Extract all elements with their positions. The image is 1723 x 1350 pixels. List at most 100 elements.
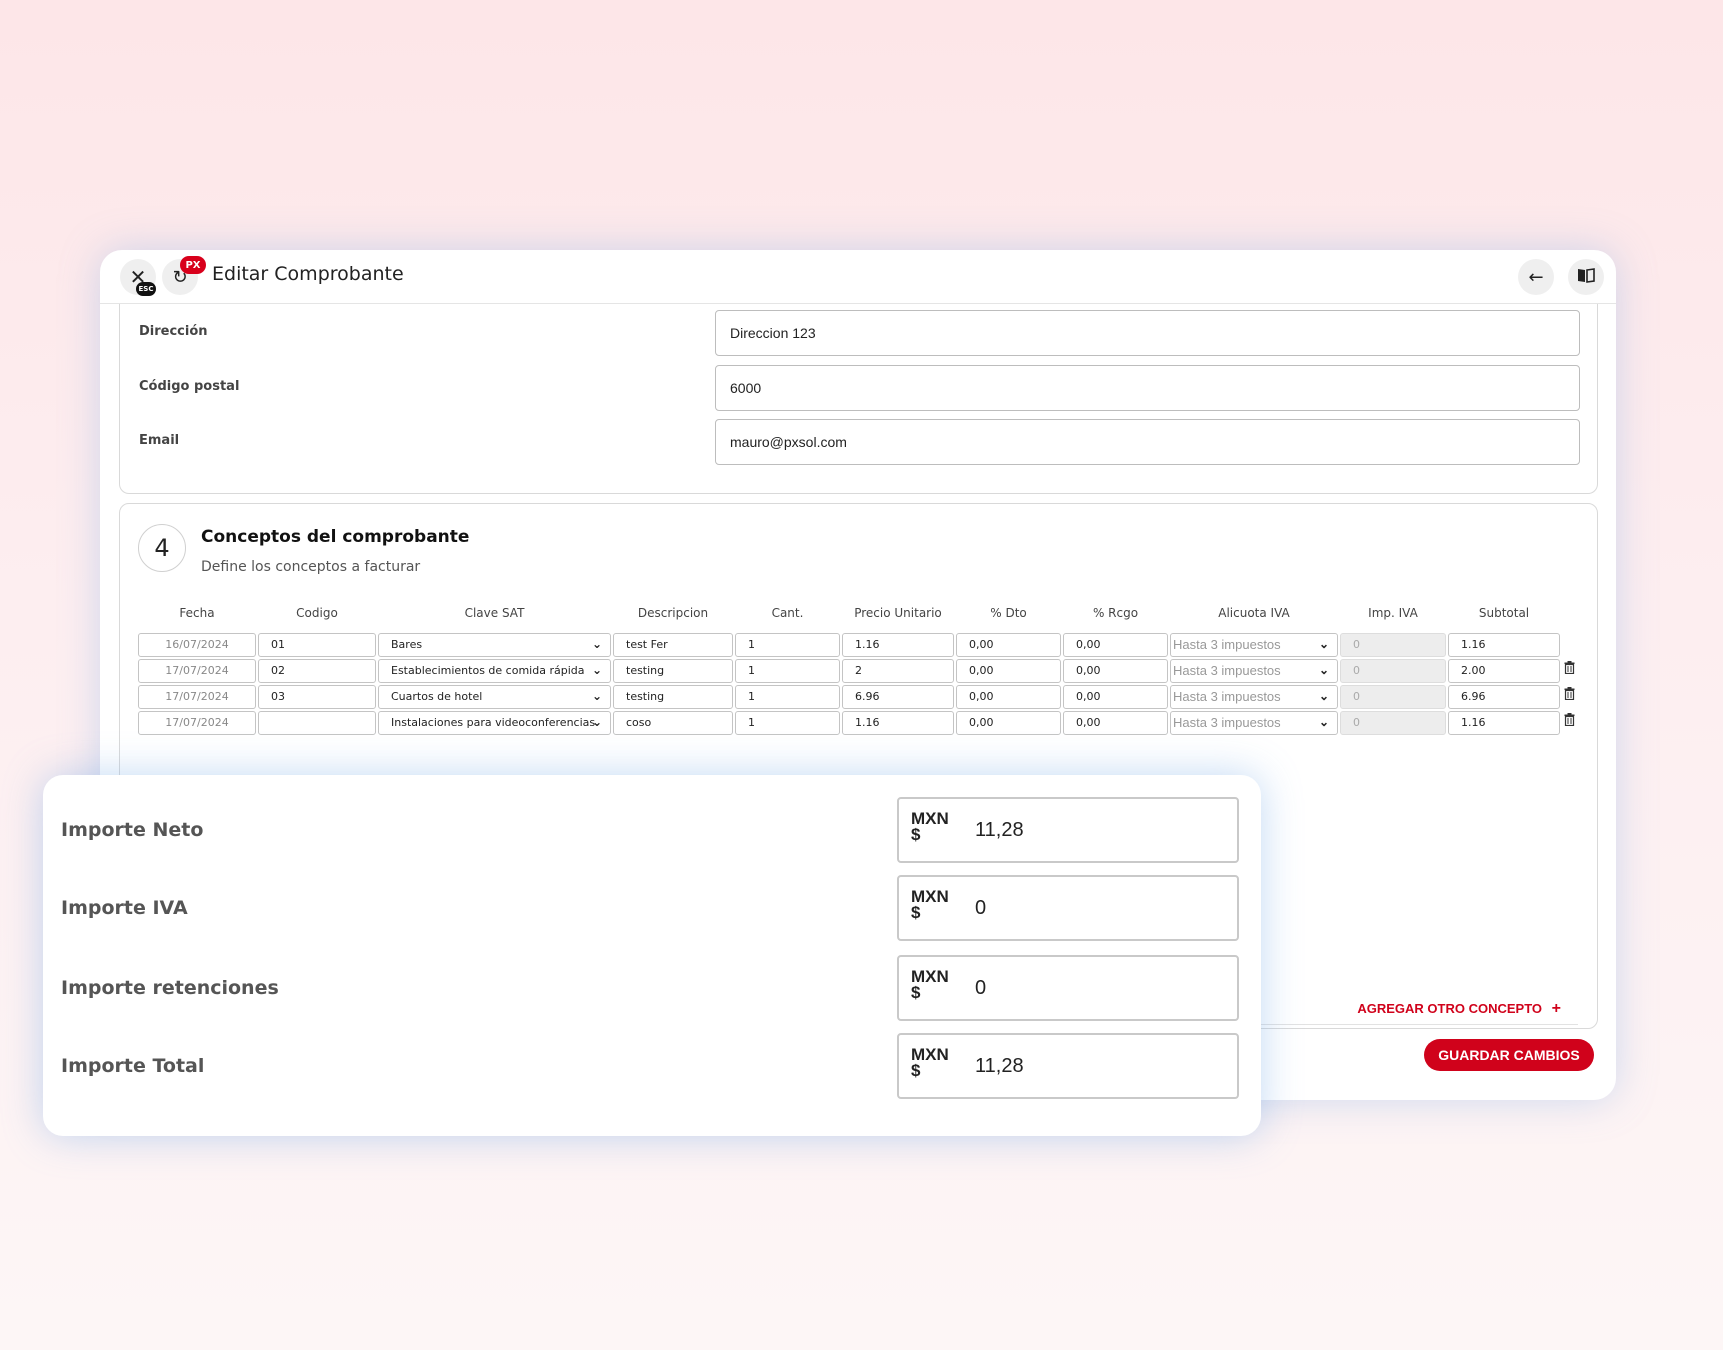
trash-icon[interactable] <box>1564 661 1575 678</box>
cell-value: 0 <box>1353 690 1360 703</box>
unit-price-input[interactable]: 1.16 <box>842 711 954 735</box>
chevron-down-icon: ⌄ <box>591 637 602 651</box>
clave-sat-select[interactable]: Instalaciones para videoconferencias ⌄ <box>378 711 611 735</box>
chevron-down-icon: ⌄ <box>1318 637 1329 651</box>
column-header: Fecha <box>179 606 215 620</box>
clave-sat-select[interactable]: Bares ⌄ <box>378 633 611 657</box>
importe-iva-field[interactable]: MXN $ 0 <box>897 875 1239 941</box>
alicuota-iva-select[interactable]: Hasta 3 impuestos ⌄ <box>1170 659 1338 683</box>
cell-value: 01 <box>271 638 285 651</box>
cell-value: 0,00 <box>1076 690 1101 703</box>
column-header: Descripcion <box>637 606 709 620</box>
table-body: 16/07/2024 01 Bares ⌄ test Fer 1 1.16 0,00 0,00 H… <box>138 632 1598 736</box>
total-row-iva: Importe IVA MXN $ 0 <box>43 875 1261 941</box>
alicuota-iva-select[interactable]: Hasta 3 impuestos ⌄ <box>1170 685 1338 709</box>
add-concept-button[interactable]: AGREGAR OTRO CONCEPTO + <box>1357 1000 1561 1018</box>
currency-label: MXN $ <box>911 809 949 844</box>
window-title: Editar Comprobante <box>212 263 404 285</box>
cell-value: 0 <box>1353 664 1360 677</box>
discount-input[interactable]: 0,00 <box>956 685 1061 709</box>
cell-value: 02 <box>271 664 285 677</box>
cell-value: 16/07/2024 <box>165 638 229 651</box>
esc-badge: ESC <box>136 282 156 296</box>
date-field: 16/07/2024 <box>138 633 256 657</box>
table-row: 17/07/2024 Instalaciones para videoconfer… <box>138 710 1598 736</box>
column-header: Alicuota IVA <box>1218 606 1290 620</box>
description-input[interactable]: coso <box>613 711 733 735</box>
book-button[interactable] <box>1568 259 1604 295</box>
cell-value: 6.96 <box>855 690 880 703</box>
chevron-down-icon: ⌄ <box>1318 715 1329 729</box>
back-button[interactable]: ← <box>1518 259 1554 295</box>
clave-sat-select[interactable]: Cuartos de hotel ⌄ <box>378 685 611 709</box>
total-label: Importe Total <box>61 1055 205 1077</box>
trash-icon[interactable] <box>1564 687 1575 704</box>
unit-price-input[interactable]: 6.96 <box>842 685 954 709</box>
chevron-down-icon: ⌄ <box>591 663 602 677</box>
cell-value: 1.16 <box>855 716 880 729</box>
cell-value: 1.16 <box>855 638 880 651</box>
discount-input[interactable]: 0,00 <box>956 711 1061 735</box>
alicuota-iva-select[interactable]: Hasta 3 impuestos ⌄ <box>1170 633 1338 657</box>
description-input[interactable]: test Fer <box>613 633 733 657</box>
subtotal-input[interactable]: 1.16 <box>1448 633 1560 657</box>
quantity-input[interactable]: 1 <box>735 633 840 657</box>
surcharge-input[interactable]: 0,00 <box>1063 685 1168 709</box>
importe-retenciones-field[interactable]: MXN $ 0 <box>897 955 1239 1021</box>
importe-total-field[interactable]: MXN $ 11,28 <box>897 1033 1239 1099</box>
surcharge-input[interactable]: 0,00 <box>1063 659 1168 683</box>
total-value: 11,28 <box>975 819 1024 841</box>
cell-value: 1.16 <box>1461 716 1486 729</box>
subtotal-input[interactable]: 2.00 <box>1448 659 1560 683</box>
code-input[interactable]: 03 <box>258 685 376 709</box>
chevron-down-icon: ⌄ <box>591 715 602 729</box>
currency-label: MXN $ <box>911 967 949 1002</box>
email-input[interactable]: mauro@pxsol.com <box>715 419 1580 465</box>
field-row-codigo-postal: Código postal 6000 <box>120 365 1597 411</box>
unit-price-input[interactable]: 1.16 <box>842 633 954 657</box>
chevron-down-icon: ⌄ <box>1318 689 1329 703</box>
save-changes-button[interactable]: GUARDAR CAMBIOS <box>1424 1039 1594 1071</box>
quantity-input[interactable]: 1 <box>735 711 840 735</box>
column-header: Clave SAT <box>464 606 525 620</box>
cell-value: 0,00 <box>1076 638 1101 651</box>
direccion-input[interactable]: Direccion 123 <box>715 310 1580 356</box>
quantity-input[interactable]: 1 <box>735 685 840 709</box>
cell-value: Cuartos de hotel <box>391 690 483 703</box>
date-field: 17/07/2024 <box>138 711 256 735</box>
subtotal-input[interactable]: 1.16 <box>1448 711 1560 735</box>
code-input[interactable] <box>258 711 376 735</box>
code-input[interactable]: 02 <box>258 659 376 683</box>
total-value: 0 <box>975 977 987 999</box>
description-input[interactable]: testing <box>613 659 733 683</box>
currency-label: MXN $ <box>911 1045 949 1080</box>
alicuota-iva-select[interactable]: Hasta 3 impuestos ⌄ <box>1170 711 1338 735</box>
concepts-table: Fecha Codigo Clave SAT Descripcion Cant.… <box>138 606 1598 736</box>
cell-value: 6.96 <box>1461 690 1486 703</box>
cell-value: Hasta 3 impuestos <box>1173 663 1281 678</box>
client-data-card: Dirección Direccion 123 Código postal 60… <box>119 304 1598 494</box>
imp-iva-field: 0 <box>1340 711 1446 735</box>
surcharge-input[interactable]: 0,00 <box>1063 711 1168 735</box>
surcharge-input[interactable]: 0,00 <box>1063 633 1168 657</box>
importe-neto-field[interactable]: MXN $ 11,28 <box>897 797 1239 863</box>
discount-input[interactable]: 0,00 <box>956 633 1061 657</box>
trash-icon[interactable] <box>1564 713 1575 730</box>
subtotal-input[interactable]: 6.96 <box>1448 685 1560 709</box>
description-input[interactable]: testing <box>613 685 733 709</box>
cell-value: testing <box>626 664 665 677</box>
date-field: 17/07/2024 <box>138 659 256 683</box>
discount-input[interactable]: 0,00 <box>956 659 1061 683</box>
cell-value: Establecimientos de comida rápida <box>391 664 585 677</box>
unit-price-input[interactable]: 2 <box>842 659 954 683</box>
field-label: Email <box>139 433 180 448</box>
imp-iva-field: 0 <box>1340 659 1446 683</box>
column-header: Imp. IVA <box>1368 606 1418 620</box>
column-header: Codigo <box>296 606 338 620</box>
code-input[interactable]: 01 <box>258 633 376 657</box>
clave-sat-select[interactable]: Establecimientos de comida rápida ⌄ <box>378 659 611 683</box>
quantity-input[interactable]: 1 <box>735 659 840 683</box>
cell-value: 0,00 <box>969 638 994 651</box>
section-title: Conceptos del comprobante <box>201 527 470 547</box>
codigo-postal-input[interactable]: 6000 <box>715 365 1580 411</box>
